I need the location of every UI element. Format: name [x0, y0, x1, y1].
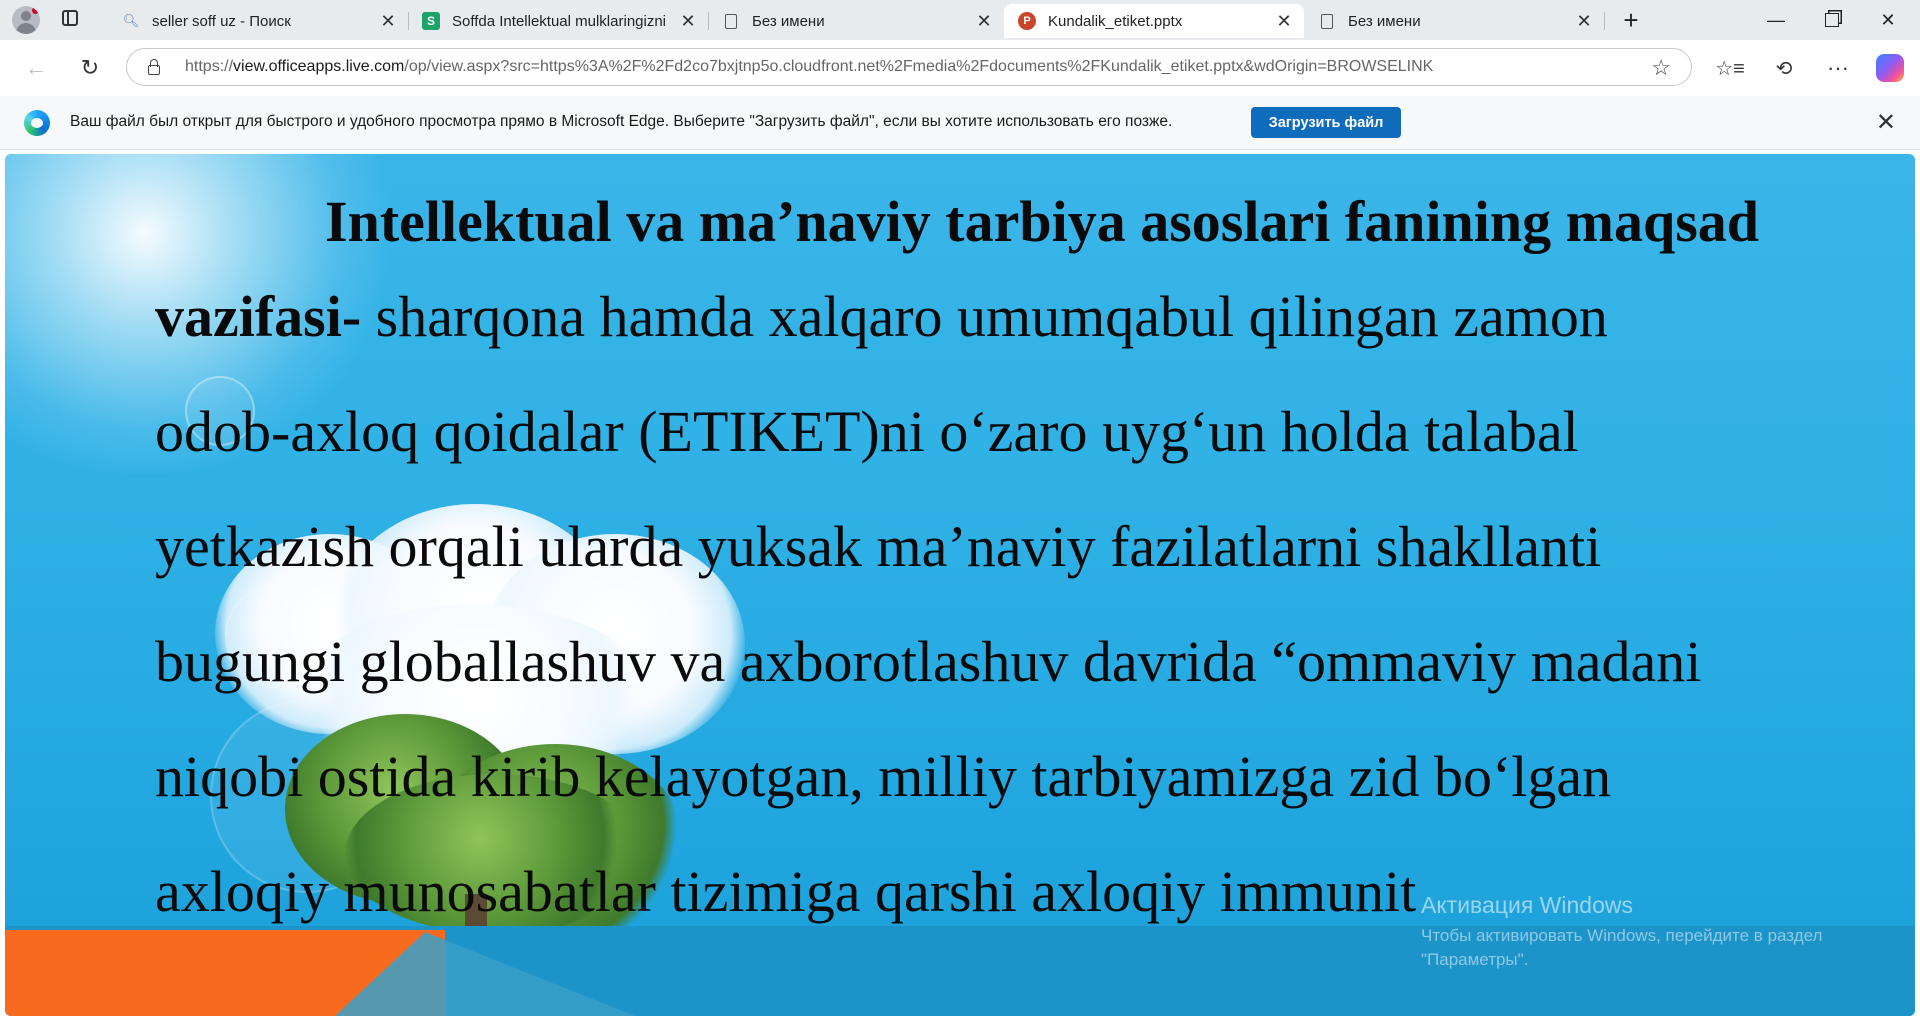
download-file-button[interactable]: Загрузить файл: [1251, 107, 1401, 138]
slide-line-2: odob-axloq qoidalar (ETIKET)ni o‘zaro uy…: [155, 399, 1579, 464]
tab-title: Без имени: [1348, 12, 1421, 30]
url-domain: view.officeapps.live.com: [233, 58, 405, 75]
tab-title: Soffda Intellektual mulklaringizni: [452, 12, 667, 30]
close-tab-icon[interactable]: ✕: [972, 11, 996, 32]
soff-logo-icon: S: [422, 12, 440, 30]
page-icon: [722, 12, 740, 30]
windows-activation-title: Активация Windows: [1421, 892, 1633, 918]
close-tab-icon[interactable]: ✕: [676, 11, 700, 32]
address-bar-row: ← ↻ https://view.officeapps.live.com/op/…: [0, 40, 1920, 96]
tab-title: seller soff uz - Поиск: [152, 12, 291, 30]
powerpoint-icon: P: [1018, 12, 1036, 30]
new-tab-icon[interactable]: +: [1614, 4, 1648, 36]
slide-line-1: vazifasi- sharqona hamda xalqaro umumqab…: [155, 259, 1608, 374]
tab-soff[interactable]: S Soffda Intellektual mulklaringizni ✕: [408, 4, 708, 38]
tab-blank-1[interactable]: Без имени ✕: [708, 4, 1004, 38]
close-window-icon[interactable]: ✕: [1860, 0, 1916, 40]
edge-logo-icon: [24, 110, 50, 136]
url-text[interactable]: https://view.officeapps.live.com/op/view…: [185, 58, 1645, 76]
close-tab-icon[interactable]: ✕: [1272, 11, 1296, 32]
back-arrow-icon[interactable]: ←: [18, 50, 54, 86]
windows-activation-subtitle: Чтобы активировать Windows, перейдите в …: [1421, 926, 1823, 969]
tab-blank-2[interactable]: Без имени ✕: [1304, 4, 1604, 38]
close-tab-icon[interactable]: ✕: [376, 11, 400, 32]
notification-dot-icon: [32, 7, 39, 14]
slide-view: Intellektual va ma’naviy tarbiya asoslar…: [5, 154, 1915, 1016]
info-bar: Ваш файл был открыт для быстрого и удобн…: [0, 96, 1920, 150]
slide-line-6: axloqiy munosabatlar tizimiga qarshi axl…: [155, 859, 1417, 924]
slide-line-3: yetkazish orqali ularda yuksak ma’naviy …: [155, 514, 1602, 579]
tab-title: Без имени: [752, 12, 825, 30]
tab-actions-icon[interactable]: [62, 10, 78, 26]
search-icon: 🔍︎: [122, 13, 140, 28]
favorites-icon[interactable]: ☆≡: [1712, 50, 1748, 86]
close-tab-icon[interactable]: ✕: [1572, 11, 1596, 32]
tab-bar: 🔍︎ seller soff uz - Поиск ✕ S Soffda Int…: [0, 0, 1920, 40]
lock-icon[interactable]: [145, 58, 163, 76]
restore-icon[interactable]: [1804, 0, 1860, 40]
close-infobar-icon[interactable]: ✕: [1876, 108, 1896, 137]
url-path: /op/view.aspx?src=https%3A%2F%2Fd2co7bxj…: [404, 58, 1434, 75]
favorite-star-icon[interactable]: ☆: [1651, 55, 1671, 81]
tab-search[interactable]: 🔍︎ seller soff uz - Поиск ✕: [108, 4, 408, 38]
copilot-icon[interactable]: [1876, 54, 1904, 82]
tab-kundalik-etiket[interactable]: P Kundalik_etiket.pptx ✕: [1004, 4, 1304, 38]
minimize-icon[interactable]: —: [1748, 0, 1804, 40]
url-prefix: https://: [185, 58, 234, 75]
tab-separator: [1604, 12, 1605, 30]
tab-title: Kundalik_etiket.pptx: [1048, 12, 1183, 30]
history-icon[interactable]: ⟲: [1766, 50, 1802, 86]
slide-line-1-bold: vazifasi-: [155, 284, 362, 349]
more-options-icon[interactable]: ···: [1820, 50, 1856, 86]
slide-line-5: niqobi ostida kirib kelayotgan, milliy t…: [155, 744, 1612, 809]
profile-avatar[interactable]: [12, 6, 40, 34]
page-icon: [1318, 12, 1336, 30]
slide-line-1-text: sharqona hamda xalqaro umumqabul qilinga…: [361, 284, 1608, 349]
refresh-icon[interactable]: ↻: [72, 50, 108, 86]
slide-line-4: bugungi globallashuv va axborotlashuv da…: [155, 629, 1702, 694]
address-bar[interactable]: https://view.officeapps.live.com/op/view…: [126, 48, 1692, 86]
info-message: Ваш файл был открыт для быстрого и удобн…: [70, 113, 1173, 130]
